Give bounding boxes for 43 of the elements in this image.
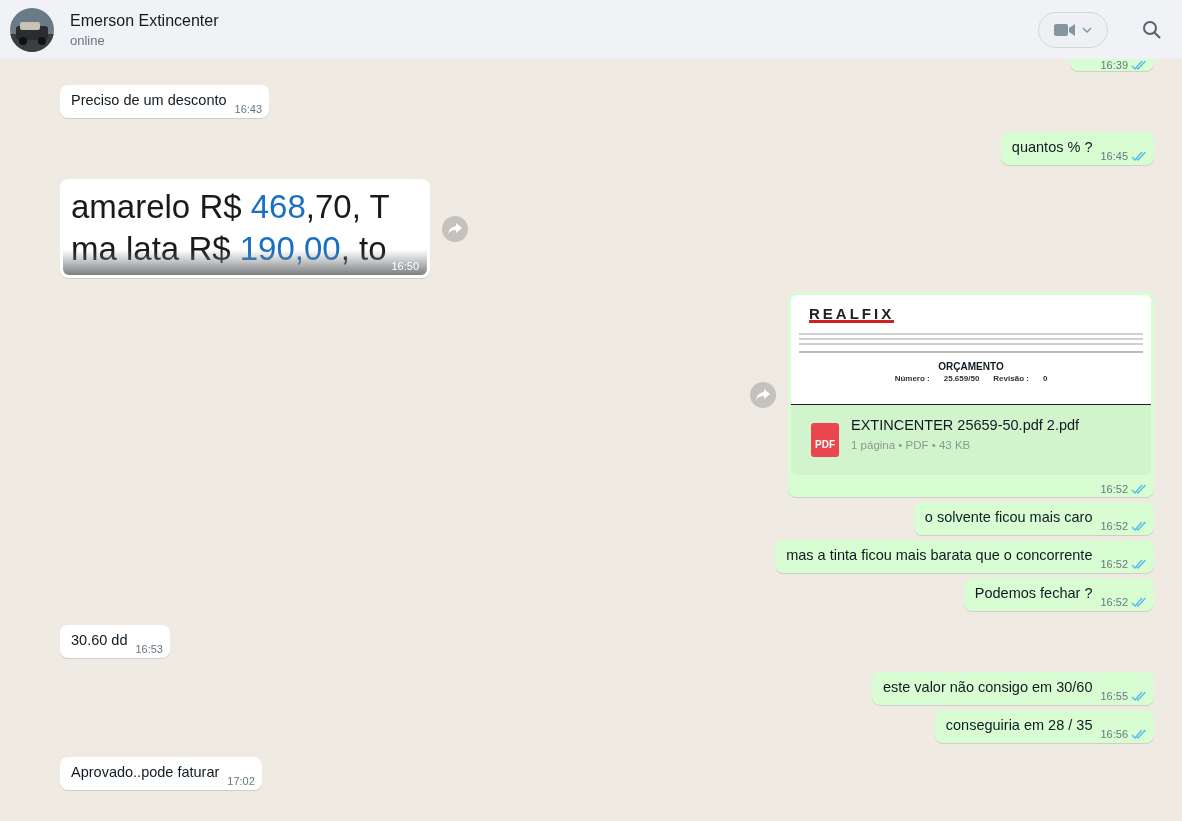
pdf-file-icon: PDF <box>811 423 839 457</box>
message-text: Aprovado..pode faturar <box>71 763 220 782</box>
document-message[interactable]: REALFIX ORÇAMENTO Número : 25.659/50 Revisão : 0 PDF EXTINCENTER 25659-50.pdf 2.pdf 1 página • PDF • 43 KB 16:52 <box>788 292 1154 497</box>
file-info: 1 página • PDF • 43 KB <box>851 439 972 451</box>
message-text: conseguiria em 28 / 35 <box>945 716 1093 735</box>
message-time: 16:50 <box>391 260 419 272</box>
screenshot-text: ma lata R$ 190,00, to <box>71 229 387 269</box>
message-text: este valor não consigo em 30/60 <box>882 678 1093 697</box>
document-label: Revisão : <box>993 374 1029 383</box>
screenshot-text: amarelo R$ 468,70, T <box>71 187 390 227</box>
chevron-down-icon <box>1082 26 1092 33</box>
message-text: mas a tinta ficou mais barata que o concorrente <box>786 546 1093 565</box>
message-time: 16:52 <box>1100 520 1128 532</box>
forward-arrow-icon <box>756 388 770 401</box>
search-icon <box>1142 19 1162 40</box>
document-logo: REALFIX <box>809 307 895 323</box>
forward-button[interactable] <box>442 215 468 242</box>
contact-name: Emerson Extincenter <box>70 11 220 30</box>
document-value: 25.659/50 <box>943 374 980 383</box>
message-time: 16:52 <box>1100 596 1128 608</box>
message-text: 30.60 dd <box>71 631 128 650</box>
document-title: ORÇAMENTO <box>937 361 1005 372</box>
video-call-button[interactable] <box>1038 11 1108 48</box>
contact-status: online <box>70 32 106 48</box>
file-name: EXTINCENTER 25659-50.pdf 2.pdf <box>851 417 1080 433</box>
message-time: 17:02 <box>227 775 255 787</box>
message-time: 16:52 <box>1100 483 1128 495</box>
forward-button[interactable] <box>750 381 776 408</box>
message-time: 16:39 <box>1100 59 1128 71</box>
message-time: 16:43 <box>234 103 263 115</box>
message-text: quantos % ? <box>1011 138 1093 157</box>
forward-arrow-icon <box>448 222 462 235</box>
video-camera-icon <box>1054 22 1076 37</box>
message-text: Podemos fechar ? <box>974 584 1093 603</box>
message-time: 16:45 <box>1100 150 1128 162</box>
message-time: 16:52 <box>1100 558 1128 570</box>
document-label: Número : <box>894 374 930 383</box>
message-text: o solvente ficou mais caro <box>924 508 1093 527</box>
message-time: 16:55 <box>1100 690 1128 702</box>
message-time: 16:56 <box>1100 728 1128 740</box>
message-time: 16:53 <box>135 643 163 655</box>
document-value: 0 <box>1042 374 1048 383</box>
message-text: Preciso de um desconto <box>71 91 227 110</box>
